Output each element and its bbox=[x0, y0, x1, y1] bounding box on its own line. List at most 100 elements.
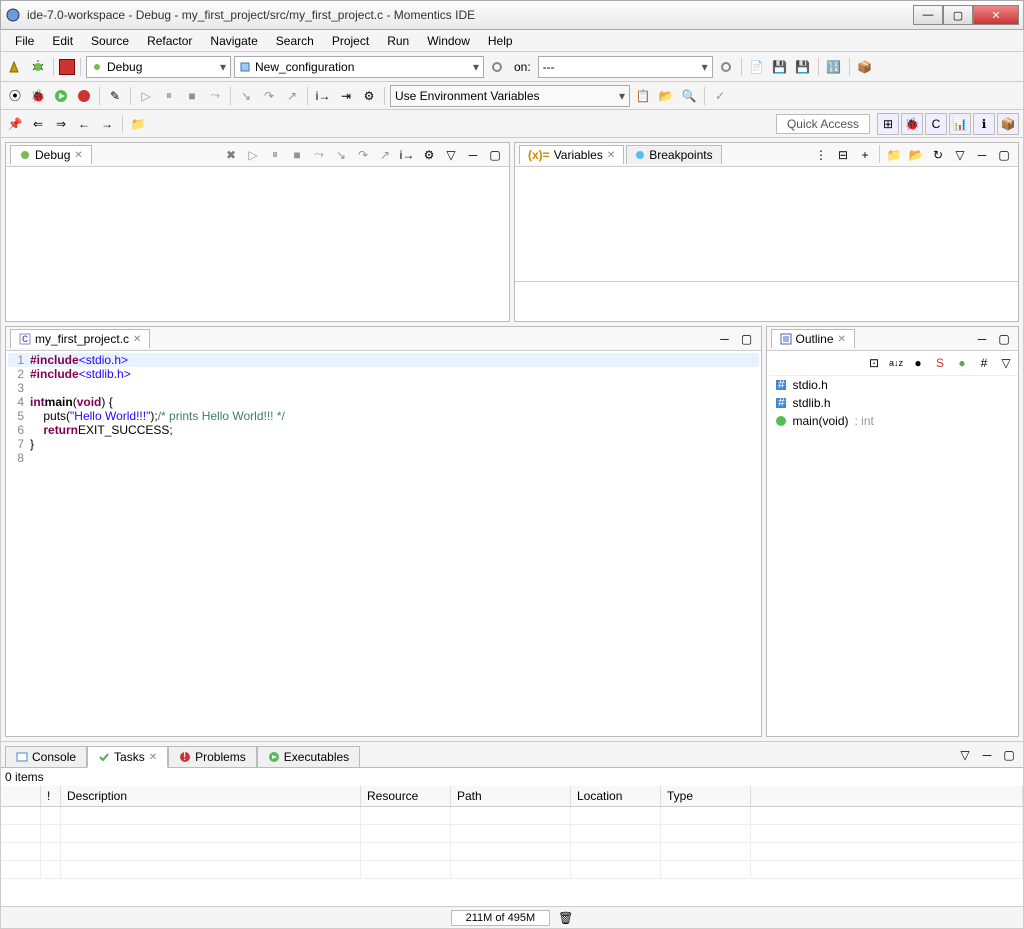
console-tab[interactable]: Console bbox=[5, 746, 87, 768]
minimize-icon[interactable]: ─ bbox=[977, 745, 997, 765]
editor-tab[interactable]: c my_first_project.c ✕ bbox=[10, 329, 150, 348]
target-combo[interactable]: --- ▾ bbox=[538, 56, 713, 78]
skip-breakpoints-icon[interactable]: ⦿ bbox=[5, 86, 25, 106]
menu-window[interactable]: Window bbox=[419, 32, 478, 50]
nav-fwd2-icon[interactable]: → bbox=[97, 114, 117, 134]
save-all-icon[interactable]: 💾 bbox=[793, 57, 813, 77]
gear-icon[interactable] bbox=[487, 57, 507, 77]
close-icon[interactable]: ✕ bbox=[74, 150, 82, 161]
window-minimize-button[interactable]: — bbox=[913, 5, 943, 25]
minimize-icon[interactable]: ─ bbox=[972, 145, 992, 165]
run-icon[interactable] bbox=[51, 86, 71, 106]
view-menu-icon[interactable]: ▽ bbox=[996, 353, 1016, 373]
step-return-icon[interactable]: ↗ bbox=[375, 145, 395, 165]
outline-item[interactable]: main(void) : int bbox=[767, 412, 1019, 430]
variables-tab[interactable]: (x)= Variables ✕ bbox=[519, 145, 624, 164]
drop-icon[interactable]: i→ bbox=[397, 145, 417, 165]
stop-button[interactable] bbox=[59, 59, 75, 75]
heap-status[interactable]: 211M of 495M bbox=[451, 910, 551, 926]
hide-inactive-icon[interactable]: # bbox=[974, 353, 994, 373]
menu-run[interactable]: Run bbox=[379, 32, 417, 50]
menu-project[interactable]: Project bbox=[324, 32, 377, 50]
nav-fwd-icon[interactable]: ⇒ bbox=[51, 114, 71, 134]
minimize-icon[interactable]: ─ bbox=[463, 145, 483, 165]
profile-perspective-button[interactable]: 📊 bbox=[949, 113, 971, 135]
view-menu-icon[interactable]: ▽ bbox=[950, 145, 970, 165]
new-icon[interactable]: 📄 bbox=[747, 57, 767, 77]
minimize-icon[interactable]: ─ bbox=[972, 329, 992, 349]
focus-icon[interactable]: ⊡ bbox=[864, 353, 884, 373]
manage-env-icon[interactable]: 📋 bbox=[633, 86, 653, 106]
save-icon[interactable]: 💾 bbox=[770, 57, 790, 77]
terminate-icon[interactable]: ■ bbox=[287, 145, 307, 165]
view-menu-icon[interactable]: ▽ bbox=[441, 145, 461, 165]
column-header[interactable]: Path bbox=[451, 786, 571, 806]
menu-refactor[interactable]: Refactor bbox=[139, 32, 200, 50]
pin-icon[interactable]: 📌 bbox=[5, 114, 25, 134]
step-filter-icon[interactable]: ⚙ bbox=[419, 145, 439, 165]
debug-icon[interactable]: 🐞 bbox=[28, 86, 48, 106]
open-type-icon[interactable]: 📦 bbox=[855, 57, 875, 77]
terminate-icon[interactable]: ■ bbox=[182, 86, 202, 106]
hide-non-public-icon[interactable]: ● bbox=[952, 353, 972, 373]
maximize-icon[interactable]: ▢ bbox=[999, 745, 1019, 765]
step-over-icon[interactable]: ↷ bbox=[353, 145, 373, 165]
nav-back2-icon[interactable]: ← bbox=[74, 114, 94, 134]
maximize-icon[interactable]: ▢ bbox=[994, 145, 1014, 165]
column-header[interactable]: Resource bbox=[361, 786, 451, 806]
add-global-icon[interactable]: + bbox=[855, 145, 875, 165]
breakpoints-tab[interactable]: Breakpoints bbox=[626, 145, 721, 164]
step-return-icon[interactable]: ↗ bbox=[282, 86, 302, 106]
step-over-icon[interactable]: ↷ bbox=[259, 86, 279, 106]
column-header[interactable]: Type bbox=[661, 786, 751, 806]
column-header[interactable]: ! bbox=[41, 786, 61, 806]
quick-access-input[interactable]: Quick Access bbox=[776, 114, 870, 134]
remove-all-icon[interactable]: ✖ bbox=[221, 145, 241, 165]
code-editor[interactable]: 1#include <stdio.h> 2#include <stdlib.h>… bbox=[6, 351, 761, 736]
build-icon[interactable] bbox=[5, 57, 25, 77]
outline-item[interactable]: # stdio.h bbox=[767, 376, 1019, 394]
debug-bug-icon[interactable] bbox=[28, 57, 48, 77]
window-close-button[interactable]: ✕ bbox=[973, 5, 1019, 25]
window-maximize-button[interactable]: ▢ bbox=[943, 5, 973, 25]
highlight-icon[interactable]: ✓ bbox=[710, 86, 730, 106]
hide-fields-icon[interactable]: ● bbox=[908, 353, 928, 373]
column-header[interactable] bbox=[1, 786, 41, 806]
open-perspective-button[interactable]: ⊞ bbox=[877, 113, 899, 135]
maximize-icon[interactable]: ▢ bbox=[485, 145, 505, 165]
sysinfo-perspective-button[interactable]: ℹ bbox=[973, 113, 995, 135]
use-step-filters-icon[interactable]: ⚙ bbox=[359, 86, 379, 106]
minimize-icon[interactable]: ─ bbox=[715, 329, 735, 349]
refresh-icon[interactable]: ↻ bbox=[928, 145, 948, 165]
hide-static-icon[interactable]: S bbox=[930, 353, 950, 373]
menu-source[interactable]: Source bbox=[83, 32, 137, 50]
folder-icon[interactable]: 📁 bbox=[128, 114, 148, 134]
debug-tab[interactable]: Debug ✕ bbox=[10, 145, 92, 164]
menu-navigate[interactable]: Navigate bbox=[202, 32, 265, 50]
resume-icon[interactable]: ▷ bbox=[243, 145, 263, 165]
table-row[interactable] bbox=[1, 843, 1023, 861]
maximize-icon[interactable]: ▢ bbox=[737, 329, 757, 349]
close-icon[interactable]: ✕ bbox=[133, 334, 141, 345]
table-row[interactable] bbox=[1, 807, 1023, 825]
step-into-icon[interactable]: ↘ bbox=[236, 86, 256, 106]
environment-combo[interactable]: Use Environment Variables ▾ bbox=[390, 85, 630, 107]
maximize-icon[interactable]: ▢ bbox=[994, 329, 1014, 349]
view-menu-icon[interactable]: ▽ bbox=[955, 745, 975, 765]
external-tools-icon[interactable] bbox=[74, 86, 94, 106]
close-icon[interactable]: ✕ bbox=[838, 334, 846, 345]
outline-tab[interactable]: Outline ✕ bbox=[771, 329, 855, 348]
disconnect-icon[interactable]: ⤳ bbox=[309, 145, 329, 165]
launch-config-combo[interactable]: New_configuration ▾ bbox=[234, 56, 484, 78]
sort-icon[interactable]: a↓z bbox=[886, 353, 906, 373]
cpp-perspective-button[interactable]: C bbox=[925, 113, 947, 135]
column-header[interactable]: Location bbox=[571, 786, 661, 806]
step-into-icon[interactable]: ↘ bbox=[331, 145, 351, 165]
resource-perspective-button[interactable]: 📦 bbox=[997, 113, 1019, 135]
gc-icon[interactable]: 🗑 bbox=[558, 911, 573, 925]
problems-tab[interactable]: !Problems bbox=[168, 746, 257, 768]
debug-perspective-button[interactable]: 🐞 bbox=[901, 113, 923, 135]
close-icon[interactable]: ✕ bbox=[607, 150, 615, 161]
drop-to-frame-icon[interactable]: ⇥ bbox=[336, 86, 356, 106]
menu-help[interactable]: Help bbox=[480, 32, 521, 50]
